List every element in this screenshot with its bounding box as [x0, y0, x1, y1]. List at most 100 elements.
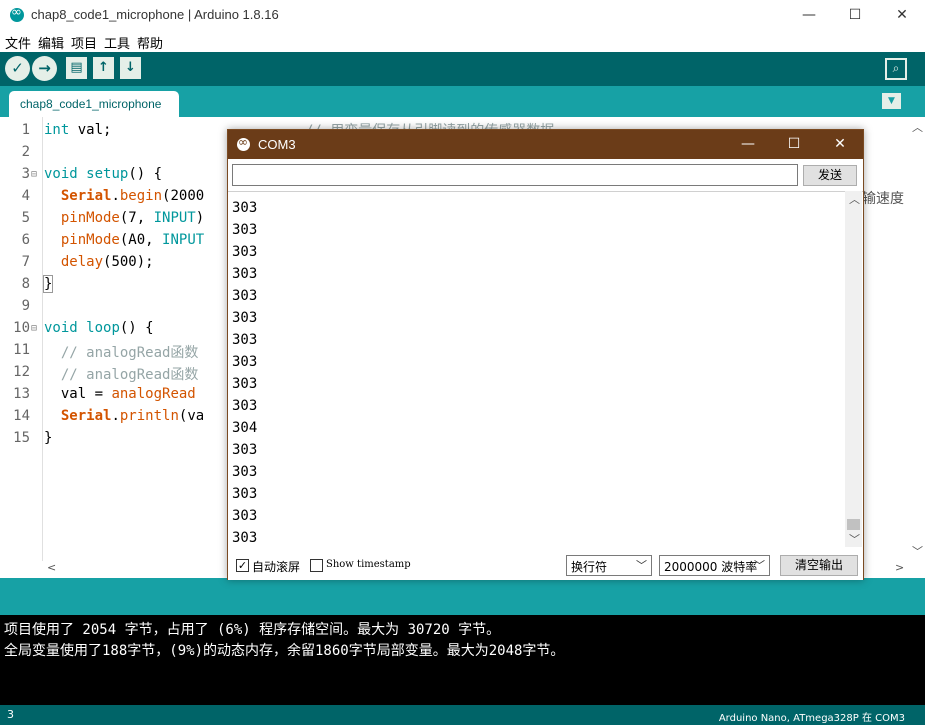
line-number: 2 — [21, 144, 30, 160]
serial-output-line: 303 — [232, 376, 258, 392]
serial-window-title: COM3 — [258, 137, 296, 152]
code-line-4: Serial.begin(2000 — [60, 188, 205, 204]
serial-output-line: 304 — [232, 420, 258, 436]
maximize-button[interactable]: ☐ — [832, 0, 878, 30]
show-timestamp-label: Show timestamp — [326, 559, 411, 570]
tab-menu-chevron-icon[interactable]: ▼ — [882, 93, 901, 109]
line-ending-select[interactable]: 换行符 ﹀ — [566, 555, 652, 576]
code-line-14: Serial.println(va — [60, 408, 205, 424]
code-line-5: pinMode(7, INPUT) — [60, 210, 205, 226]
serial-output-line: 303 — [232, 200, 258, 216]
autoscroll-checkbox[interactable]: ✓ — [236, 559, 249, 572]
serial-send-input[interactable] — [232, 164, 798, 186]
code-line-10: void loop() { — [44, 320, 154, 336]
chevron-down-icon: ﹀ — [636, 559, 647, 572]
serial-maximize-button[interactable]: ☐ — [771, 130, 817, 159]
serial-vertical-scrollbar[interactable]: ︿ ﹀ — [845, 191, 862, 547]
line-number: 9 — [21, 298, 30, 314]
new-sketch-button[interactable]: ▤ — [66, 57, 87, 79]
upload-button[interactable]: → — [32, 56, 57, 81]
code-line-3: void setup() { — [44, 166, 163, 182]
arduino-logo-icon — [10, 5, 24, 22]
line-ending-value: 换行符 — [571, 560, 608, 574]
line-number: 12 — [13, 364, 30, 380]
clear-output-button[interactable]: 清空输出 — [780, 555, 858, 576]
serial-monitor-button[interactable]: ⌕ — [885, 58, 907, 80]
status-bar: 3 Arduino Nano, ATmega328P 在 COM3 — [0, 705, 925, 725]
serial-minimize-button[interactable]: — — [725, 130, 771, 159]
serial-output-line: 303 — [232, 354, 258, 370]
serial-title-bar: COM3 — ☐ ✕ — [228, 130, 863, 159]
line-number: 4 — [21, 188, 30, 204]
minimize-button[interactable]: — — [786, 0, 832, 30]
scroll-down-arrow-icon[interactable]: ﹀ — [912, 543, 923, 559]
scroll-up-arrow-icon[interactable]: ︿ — [912, 119, 923, 135]
line-number: 3 — [21, 166, 30, 182]
serial-bottom-bar: ✓ 自动滚屏 Show timestamp 换行符 ﹀ 2000000 波特率 … — [228, 550, 863, 580]
code-line-13: val = analogRead — [44, 386, 196, 402]
serial-output-line: 303 — [232, 332, 258, 348]
tab-sketch[interactable]: chap8_code1_microphone — [9, 91, 179, 117]
line-gutter — [0, 117, 43, 561]
menu-edit[interactable]: 编辑 — [38, 33, 64, 52]
menu-tools[interactable]: 工具 — [104, 33, 130, 52]
close-button[interactable]: ✕ — [879, 0, 925, 30]
output-console: 项目使用了 2054 字节，占用了 (6%) 程序存储空间。最大为 30720 … — [0, 615, 925, 705]
serial-output-line: 303 — [232, 530, 258, 546]
message-strip — [0, 578, 925, 615]
send-button[interactable]: 发送 — [803, 165, 857, 186]
scrollbar-thumb[interactable] — [847, 519, 860, 530]
scroll-left-arrow-icon[interactable]: < — [47, 561, 56, 574]
line-number: 13 — [13, 386, 30, 402]
serial-output-line: 303 — [232, 508, 258, 524]
serial-output-line: 303 — [232, 442, 258, 458]
show-timestamp-checkbox[interactable] — [310, 559, 323, 572]
code-line-6: pinMode(A0, INPUT — [60, 232, 205, 248]
menu-sketch[interactable]: 项目 — [71, 33, 97, 52]
menu-help[interactable]: 帮助 — [137, 33, 163, 52]
menu-bar: 文件 编辑 项目 工具 帮助 — [0, 30, 925, 52]
console-line: 全局变量使用了188字节，(9%)的动态内存，余留1860字节局部变量。最大为2… — [4, 643, 565, 659]
serial-output-line: 303 — [232, 288, 258, 304]
code-line-12: // analogRead函数 — [44, 367, 199, 383]
serial-close-button[interactable]: ✕ — [817, 130, 863, 159]
title-bar: chap8_code1_microphone | Arduino 1.8.16 … — [0, 0, 925, 30]
hidden-comment-tail: 输速度 — [862, 191, 904, 207]
code-line-11: // analogRead函数 — [44, 345, 199, 361]
serial-output-line: 303 — [232, 398, 258, 414]
fold-marker-icon[interactable]: ⊟ — [31, 169, 37, 180]
fold-marker-icon[interactable]: ⊟ — [31, 323, 37, 334]
verify-button[interactable]: ✓ — [5, 56, 30, 81]
line-number: 14 — [13, 408, 30, 424]
code-line-8: } — [42, 275, 54, 293]
baud-rate-value: 2000000 波特率 — [664, 560, 758, 574]
open-sketch-button[interactable]: ↑ — [93, 57, 114, 79]
save-sketch-button[interactable]: ↓ — [120, 57, 141, 79]
line-number: 8 — [21, 276, 30, 292]
line-number: 5 — [21, 210, 30, 226]
serial-output-area[interactable]: 303 303 303 303 303 303 303 303 303 303 304 303 303 3… — [228, 191, 863, 547]
code-line-1: int val; — [44, 122, 112, 138]
cursor-line-number: 3 — [7, 708, 14, 721]
toolbar: ✓ → ▤ ↑ ↓ ⌕ — [0, 52, 925, 86]
serial-output-line: 303 — [232, 266, 258, 282]
serial-monitor-window: COM3 — ☐ ✕ 发送 30330330330330330330330330… — [227, 129, 864, 580]
chevron-down-icon: ﹀ — [754, 559, 765, 572]
editor-vertical-scrollbar[interactable]: ︿ ﹀ — [908, 117, 925, 561]
serial-output-line: 303 — [232, 310, 258, 326]
serial-output-line: 303 — [232, 486, 258, 502]
scroll-right-arrow-icon[interactable]: > — [895, 561, 904, 574]
arduino-logo-icon — [237, 135, 250, 151]
tab-bar: chap8_code1_microphone ▼ — [0, 86, 925, 117]
serial-output-line: 303 — [232, 222, 258, 238]
baud-rate-select[interactable]: 2000000 波特率 ﹀ — [659, 555, 770, 576]
window-title: chap8_code1_microphone | Arduino 1.8.16 — [31, 7, 279, 22]
menu-file[interactable]: 文件 — [5, 33, 31, 52]
line-number: 6 — [21, 232, 30, 248]
line-number: 7 — [21, 254, 30, 270]
console-line: 项目使用了 2054 字节，占用了 (6%) 程序存储空间。最大为 30720 … — [4, 622, 501, 638]
serial-output-line: 303 — [232, 244, 258, 260]
scroll-up-arrow-icon[interactable]: ︿ — [849, 191, 860, 207]
scroll-down-arrow-icon[interactable]: ﹀ — [849, 531, 860, 547]
line-number: 10 — [13, 320, 30, 336]
